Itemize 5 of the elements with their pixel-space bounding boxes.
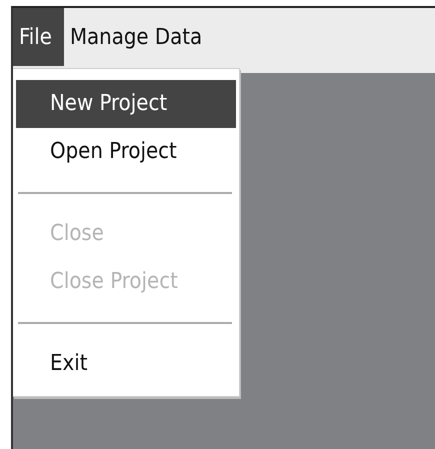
menu-item[interactable]: Manage Data bbox=[64, 8, 214, 66]
menu-option[interactable]: Open Project bbox=[16, 128, 236, 176]
menu-option[interactable]: Exit bbox=[16, 340, 236, 388]
menu-option[interactable]: New Project bbox=[16, 80, 236, 128]
menu-item[interactable]: File bbox=[13, 8, 64, 66]
